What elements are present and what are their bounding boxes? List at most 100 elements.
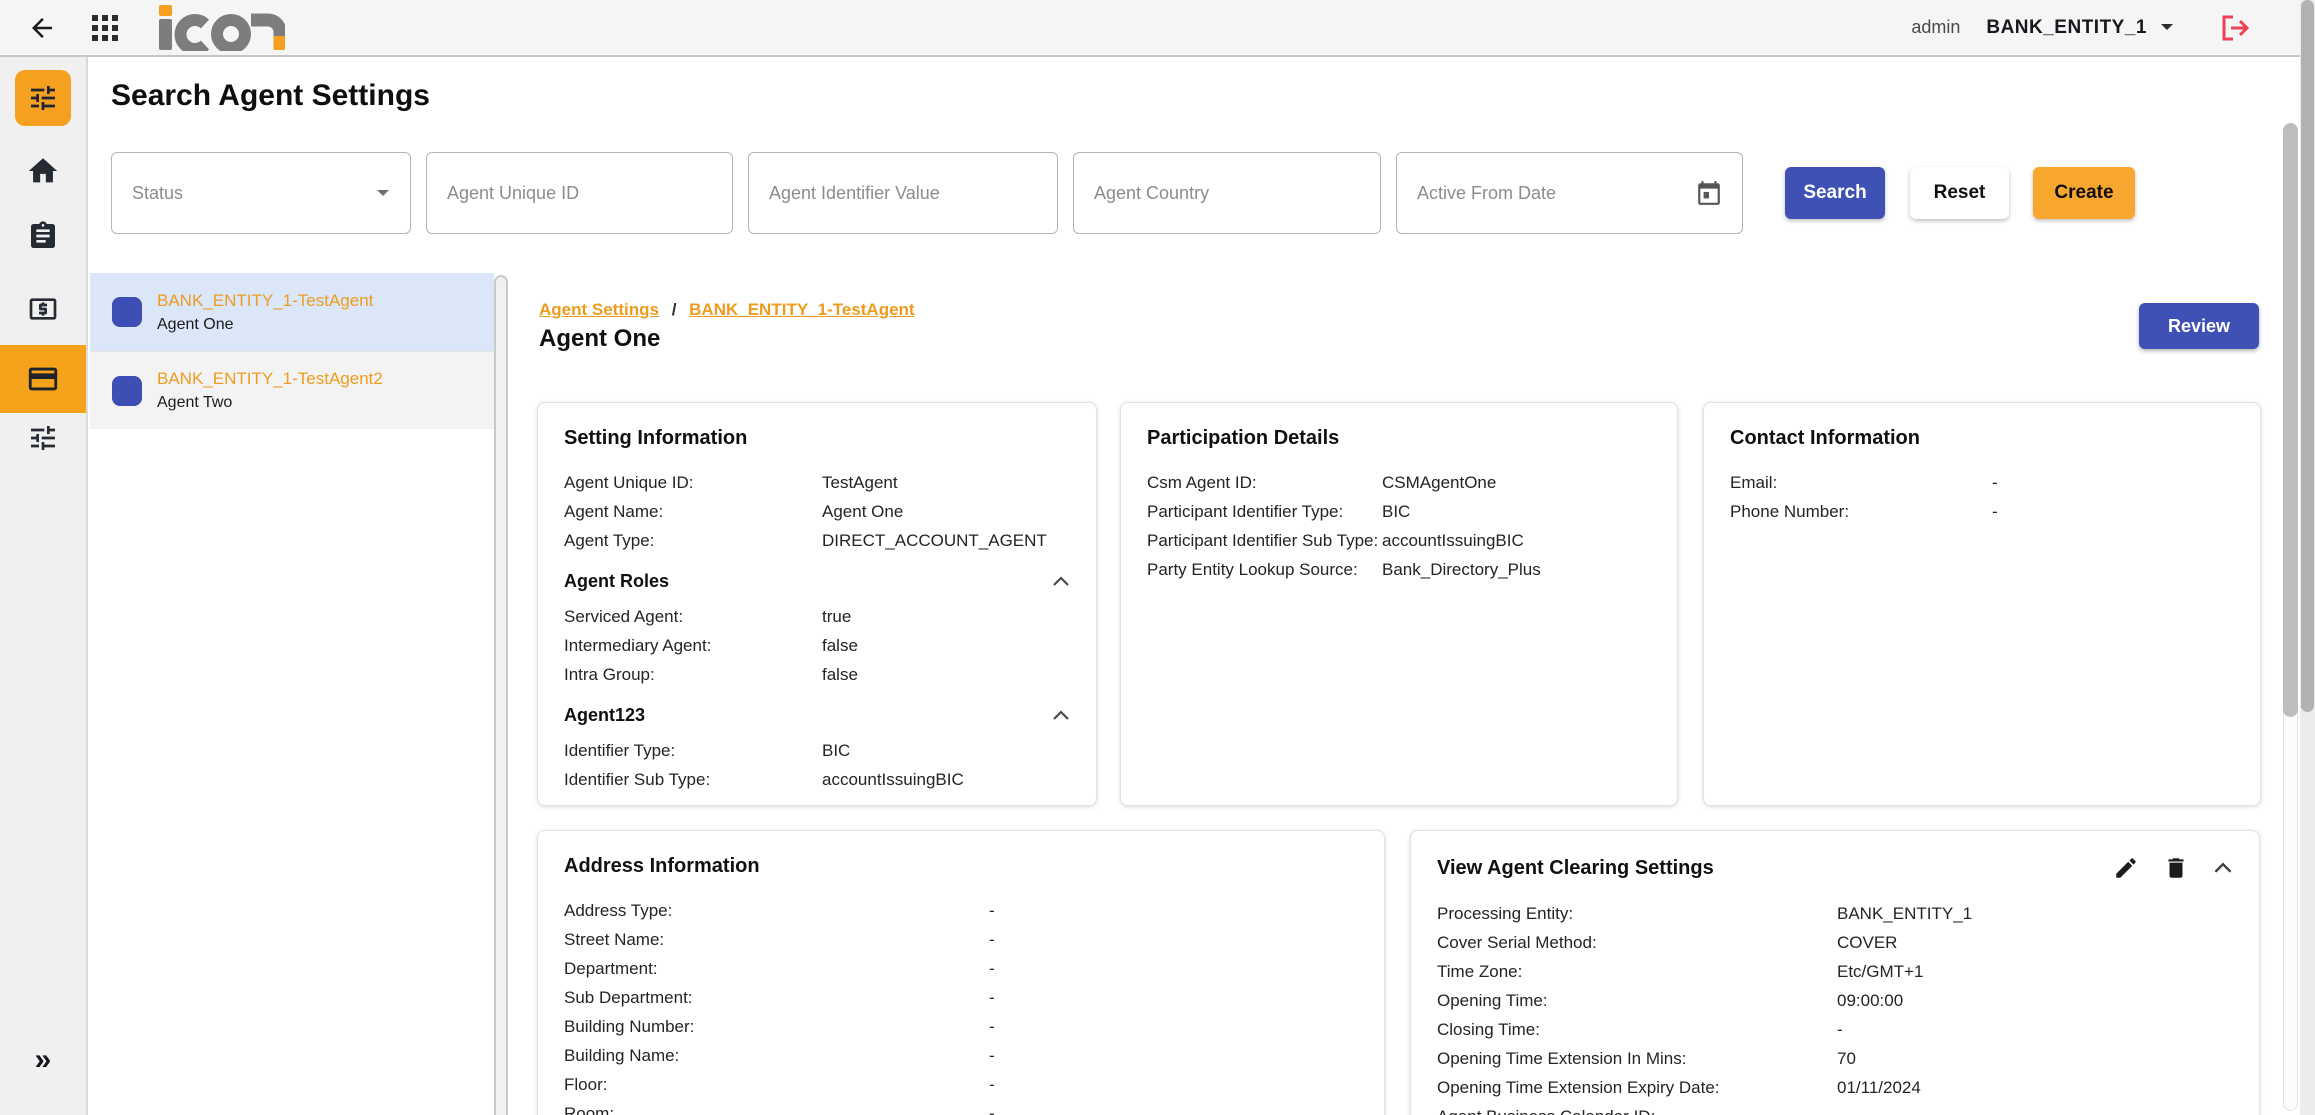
credit-card-icon [26, 362, 60, 396]
user-role-label: admin [1911, 17, 1960, 38]
dollar-box-icon [27, 293, 59, 325]
field-label: Opening Time: [1437, 986, 1837, 1015]
edit-button[interactable] [2113, 855, 2139, 881]
clearing-rows: Processing Entity: BANK_ENTITY_1 Cover S… [1437, 899, 2233, 1115]
agent-name-label: Agent Two [157, 394, 383, 412]
status-select[interactable]: Status [111, 152, 411, 234]
field-row: Closing Time: - [1437, 1015, 2233, 1044]
field-value: - [989, 954, 1358, 983]
breadcrumb-agent-settings-link[interactable]: Agent Settings [539, 300, 659, 319]
create-button[interactable]: Create [2033, 167, 2135, 219]
field-label: Room: [564, 1099, 989, 1115]
tune-icon [27, 82, 59, 114]
field-value: - [1992, 468, 2234, 497]
field-row: Agent Unique ID: TestAgent [564, 468, 1070, 497]
field-label: Party Entity Lookup Source: [1147, 555, 1382, 584]
field-label: Processing Entity: [1437, 899, 1837, 928]
field-value: - [989, 1099, 1358, 1115]
field-row: Agent Type: DIRECT_ACCOUNT_AGENT [564, 526, 1070, 555]
status-select-value: Status [132, 183, 183, 204]
setting-information-card: Setting Information Agent Unique ID: Tes… [537, 402, 1097, 806]
field-row: Address Type: - [564, 896, 1358, 925]
page-scrollbar-thumb[interactable] [2301, 0, 2314, 712]
sidebar-item-preferences[interactable] [0, 420, 86, 456]
home-icon [26, 154, 60, 188]
field-label: Agent Business Calendar ID: [1437, 1102, 1837, 1115]
calendar-icon[interactable] [1696, 180, 1722, 206]
active-from-date-input[interactable] [1417, 183, 1696, 204]
reset-button[interactable]: Reset [1910, 167, 2009, 219]
entity-selector[interactable]: BANK_ENTITY_1 [1986, 17, 2175, 39]
field-row: Phone Number: - [1730, 497, 2234, 526]
field-value: Etc/GMT+1 [1837, 957, 2233, 986]
agent-name-label: Agent One [157, 316, 373, 334]
field-value: - [1992, 497, 2234, 526]
agent-list-item-1[interactable]: BANK_ENTITY_1-TestAgent Agent One [90, 273, 494, 351]
agent-identifier-value-input[interactable] [769, 183, 1037, 204]
agent-list-scrollbar[interactable] [494, 275, 508, 1115]
review-button[interactable]: Review [2139, 303, 2259, 349]
agent-unique-id-input[interactable] [447, 183, 712, 204]
topbar-right-group: admin BANK_ENTITY_1 [1911, 12, 2315, 44]
sidebar-item-tasks[interactable] [0, 218, 86, 254]
agent-country-input[interactable] [1094, 183, 1360, 204]
field-row: Sub Department: - [564, 983, 1358, 1012]
agent123-rows: Identifier Type: BIC Identifier Sub Type… [564, 736, 1070, 794]
card-title: Setting Information [564, 427, 1070, 450]
section-title: Agent123 [564, 705, 645, 726]
filter-buttons: Search Reset Create [1785, 167, 2135, 219]
logout-button[interactable] [2219, 12, 2253, 44]
field-label: Floor: [564, 1070, 989, 1099]
field-value: - [1837, 1015, 2233, 1044]
cards-row-2: Address Information Address Type: - Stre… [537, 830, 2260, 1115]
sidebar-expand-button[interactable]: » [0, 1042, 86, 1078]
sidebar-item-agent-settings[interactable] [15, 70, 71, 126]
delete-button[interactable] [2163, 855, 2189, 881]
field-value: - [989, 1041, 1358, 1070]
pencil-icon [2113, 855, 2139, 881]
field-row: Building Name: - [564, 1041, 1358, 1070]
collapse-chevron-up-icon[interactable] [1052, 710, 1070, 721]
sidebar-item-payments[interactable] [0, 291, 86, 327]
sliders-icon [27, 422, 59, 454]
field-value: 01/11/2024 [1837, 1073, 2233, 1102]
agent-list-item-2[interactable]: BANK_ENTITY_1-TestAgent2 Agent Two [90, 351, 494, 429]
field-label: Csm Agent ID: [1147, 468, 1382, 497]
breadcrumb-current-link[interactable]: BANK_ENTITY_1-TestAgent [689, 300, 914, 319]
trash-icon [2163, 855, 2189, 881]
logout-icon [2219, 12, 2253, 44]
sidebar: » [0, 57, 88, 1115]
field-label: Identifier Type: [564, 736, 822, 765]
content-scrollbar-thumb[interactable] [2283, 123, 2298, 717]
agent-id-label: BANK_ENTITY_1-TestAgent [157, 291, 373, 311]
field-label: Department: [564, 954, 989, 983]
collapse-chevron-up-icon[interactable] [1052, 576, 1070, 587]
apps-grid-button[interactable] [89, 12, 121, 44]
field-row: Room: - [564, 1099, 1358, 1115]
cards-row-1: Setting Information Agent Unique ID: Tes… [537, 402, 2261, 806]
chevron-down-icon [2159, 23, 2175, 33]
back-button[interactable] [25, 11, 59, 45]
sidebar-item-home[interactable] [0, 153, 86, 189]
card-title: Participation Details [1147, 427, 1651, 450]
page-scrollbar[interactable] [2300, 0, 2315, 1115]
setting-info-rows: Agent Unique ID: TestAgent Agent Name: A… [564, 468, 1070, 555]
field-label: Serviced Agent: [564, 602, 822, 631]
filter-bar: Status Search Reset Create [111, 152, 2135, 234]
sidebar-item-accounts-active[interactable] [0, 345, 86, 413]
agent-country-field-wrap [1073, 152, 1381, 234]
field-label: Agent Name: [564, 497, 822, 526]
field-label: Intermediary Agent: [564, 631, 822, 660]
field-row: Processing Entity: BANK_ENTITY_1 [1437, 899, 2233, 928]
field-label: Agent Type: [564, 526, 822, 555]
field-row: Csm Agent ID: CSMAgentOne [1147, 468, 1651, 497]
collapse-chevron-up-icon[interactable] [2213, 862, 2233, 874]
breadcrumb: Agent Settings / BANK_ENTITY_1-TestAgent [539, 300, 915, 320]
app-root: admin BANK_ENTITY_1 [0, 0, 2315, 1115]
field-value: - [989, 983, 1358, 1012]
field-value: Agent One [822, 497, 1070, 526]
search-button[interactable]: Search [1785, 167, 1885, 219]
field-value: false [822, 660, 1070, 689]
content-scrollbar[interactable] [2283, 123, 2298, 1111]
field-row: Agent Business Calendar ID: - [1437, 1102, 2233, 1115]
